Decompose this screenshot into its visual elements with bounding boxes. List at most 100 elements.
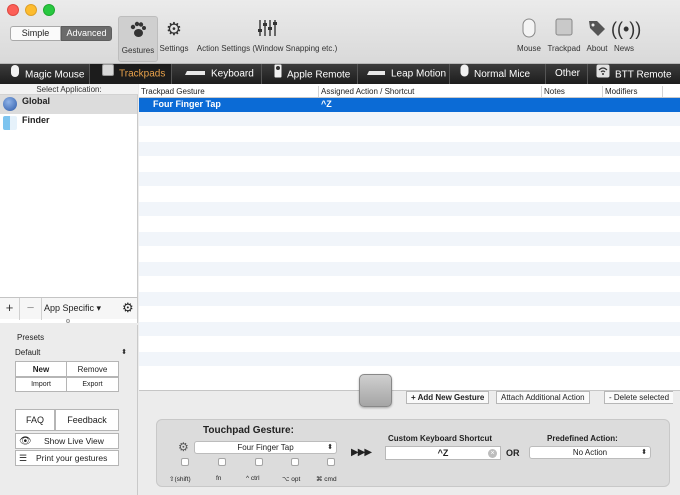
toolbar-trackpad[interactable]: Trackpad	[545, 18, 583, 53]
tab-trackpads-label: Trackpads	[119, 68, 166, 80]
toolbar-mouse-label: Mouse	[516, 44, 541, 53]
tab-apple-remote[interactable]: Apple Remote	[262, 64, 358, 84]
table-empty-row	[139, 172, 680, 186]
export-preset-button[interactable]: Export	[66, 377, 119, 392]
toolbar-news[interactable]: ((•)) News	[611, 18, 642, 53]
tab-keyboard-label: Keyboard	[211, 68, 254, 80]
preset-select[interactable]: Default ⬍	[15, 347, 129, 359]
toolbar-gestures-label: Gestures	[121, 46, 155, 55]
toolbar-action-settings-label: Action Settings (Window Snapping etc.)	[196, 44, 338, 53]
shortcut-title: Custom Keyboard Shortcut	[388, 434, 493, 443]
column-header-action[interactable]: Assigned Action / Shortcut	[319, 86, 542, 97]
shortcut-input[interactable]: ^Z ×	[385, 446, 501, 460]
tags-icon	[585, 18, 609, 40]
ctrl-checkbox[interactable]	[255, 458, 263, 466]
sidebar-item-finder[interactable]: Finder	[0, 114, 137, 133]
toolbar-mouse[interactable]: Mouse	[515, 18, 543, 53]
add-new-gesture-button[interactable]: + Add New Gesture	[406, 391, 490, 404]
updown-icon: ⬍	[327, 444, 333, 451]
remove-app-button[interactable]: −	[20, 298, 42, 320]
chevron-down-icon: ▾	[96, 303, 102, 313]
updown-icon: ⬍	[641, 449, 647, 456]
mode-advanced-button[interactable]: Advanced	[61, 26, 112, 41]
presets-title: Presets	[17, 333, 45, 342]
or-label: OR	[506, 448, 520, 458]
opt-checkbox[interactable]	[291, 458, 299, 466]
updown-icon: ⬍	[121, 349, 127, 356]
tab-magic-mouse[interactable]: Magic Mouse	[0, 64, 90, 84]
remove-preset-button[interactable]: Remove	[66, 361, 119, 377]
presets-panel: Presets Default ⬍ New Remove Import Expo…	[0, 325, 138, 495]
sidebar-item-label: Global	[22, 96, 51, 106]
cmd-label: ⌘ cmd	[316, 476, 337, 483]
delete-selected-button[interactable]: - Delete selected	[604, 391, 674, 404]
row-gesture: Four Finger Tap	[153, 99, 221, 109]
import-preset-button[interactable]: Import	[15, 377, 67, 392]
faq-button[interactable]: FAQ	[15, 409, 55, 431]
toolbar-news-label: News	[613, 44, 634, 53]
tab-other-label: Other	[555, 68, 581, 79]
keyboard-icon	[184, 64, 206, 84]
preset-selected-value: Default	[15, 348, 41, 357]
attach-additional-action-button[interactable]: Attach Additional Action	[496, 391, 590, 404]
normal-mouse-icon	[460, 64, 469, 85]
show-live-view-button[interactable]: 👁 Show Live View	[15, 433, 119, 449]
print-gestures-button[interactable]: ☰ Print your gestures	[15, 450, 119, 466]
column-header-notes[interactable]: Notes	[542, 86, 603, 97]
gears-icon: ⚙	[165, 19, 183, 39]
feedback-button[interactable]: Feedback	[55, 409, 119, 431]
opt-label: ⌥ opt	[282, 476, 301, 483]
tab-btt-remote-label: BTT Remote	[615, 69, 672, 81]
add-app-button[interactable]: +	[0, 298, 20, 320]
toolbar-settings[interactable]: ⚙ Settings	[158, 18, 190, 53]
tab-trackpads[interactable]: Trackpads	[90, 64, 172, 84]
sidebar-item-label: Finder	[22, 115, 50, 125]
tab-keyboard[interactable]: Keyboard	[172, 64, 262, 84]
column-header-modifiers[interactable]: Modifiers	[603, 86, 663, 97]
close-window-button[interactable]	[7, 4, 19, 16]
zoom-window-button[interactable]	[43, 4, 55, 16]
table-empty-row	[139, 202, 680, 216]
tab-btt-remote[interactable]: BTT Remote	[588, 64, 680, 84]
gear-icon[interactable]: ⚙	[122, 300, 134, 316]
gesture-select[interactable]: Four Finger Tap ⬍	[194, 441, 337, 454]
shift-label: ⇧(shift)	[169, 476, 191, 483]
tab-other[interactable]: Other	[546, 64, 588, 84]
column-header-gesture[interactable]: Trackpad Gesture	[139, 86, 319, 97]
mode-simple-button[interactable]: Simple	[10, 26, 61, 41]
device-tab-bar: Magic Mouse Trackpads Keyboard Apple Rem…	[0, 64, 680, 84]
tab-leap-motion[interactable]: Leap Motion	[358, 64, 450, 84]
table-empty-row	[139, 232, 680, 246]
tab-apple-remote-label: Apple Remote	[287, 69, 351, 81]
mouse-icon	[515, 18, 543, 40]
toolbar-about[interactable]: About	[585, 18, 609, 53]
broadcast-icon: ((•))	[611, 19, 642, 39]
toolbar-action-settings[interactable]: Action Settings (Window Snapping etc.)	[194, 18, 340, 53]
table-row[interactable]: Four Finger Tap ^Z	[139, 98, 680, 112]
tab-magic-mouse-label: Magic Mouse	[25, 69, 85, 81]
tab-normal-mice[interactable]: Normal Mice	[450, 64, 546, 84]
cmd-checkbox[interactable]	[327, 458, 335, 466]
shift-checkbox[interactable]	[181, 458, 189, 466]
trackpad-preview-icon[interactable]	[359, 374, 392, 407]
minimize-window-button[interactable]	[25, 4, 37, 16]
tab-leap-motion-label: Leap Motion	[391, 68, 447, 80]
sidebar-item-global[interactable]: Global	[0, 95, 137, 114]
predefined-action-select[interactable]: No Action ⬍	[529, 446, 651, 459]
application-sidebar: Select Application: Global Finder	[0, 84, 138, 323]
predefined-title: Predefined Action:	[547, 434, 618, 443]
fn-label: fn	[216, 475, 222, 482]
app-specific-dropdown[interactable]: App Specific ▾	[44, 298, 101, 320]
toolbar-gestures[interactable]: Gestures	[118, 16, 158, 62]
row-action: ^Z	[321, 99, 332, 109]
fn-checkbox[interactable]	[218, 458, 226, 466]
clear-icon[interactable]: ×	[488, 449, 497, 458]
ctrl-label: ^ ctrl	[246, 475, 260, 482]
gesture-select-value: Four Finger Tap	[237, 443, 294, 452]
gear-icon[interactable]: ⚙	[178, 440, 189, 454]
print-gestures-label: Print your gestures	[36, 453, 108, 463]
splitter-handle[interactable]	[66, 319, 70, 323]
tab-normal-mice-label: Normal Mice	[474, 69, 531, 81]
eye-icon: 👁	[19, 436, 32, 447]
new-preset-button[interactable]: New	[15, 361, 67, 377]
